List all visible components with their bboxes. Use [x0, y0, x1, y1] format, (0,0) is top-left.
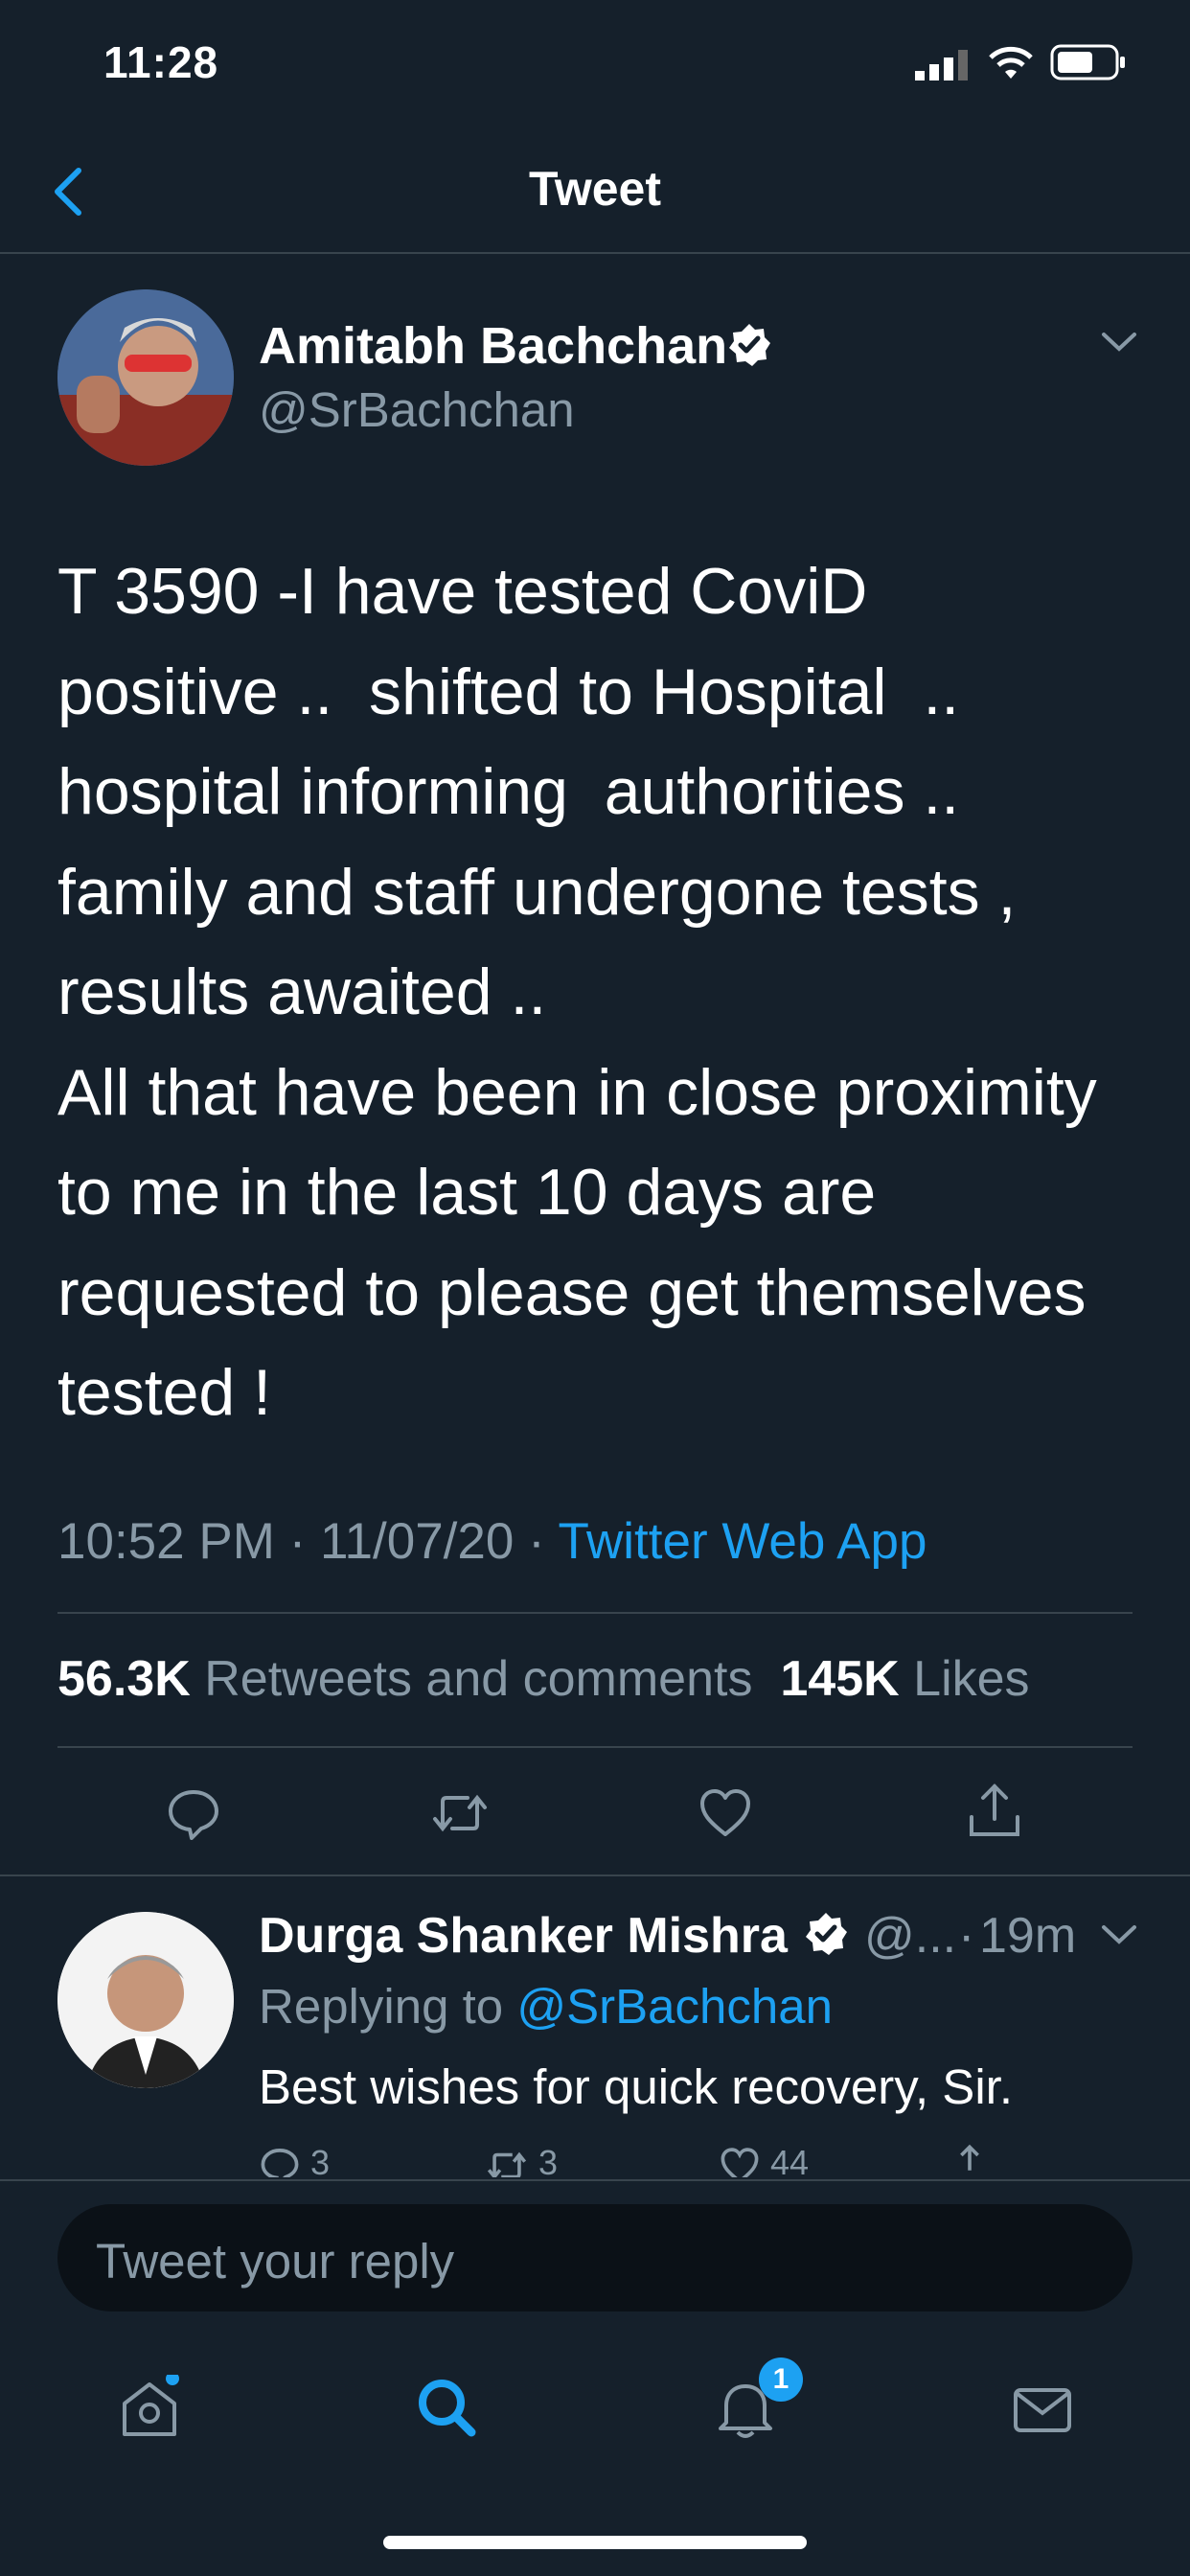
home-indicator	[383, 2536, 807, 2549]
tweet-source-link[interactable]: Twitter Web App	[559, 1513, 927, 1570]
reply-retweet-count: 3	[538, 2143, 559, 2177]
author-avatar[interactable]	[57, 289, 234, 466]
reply-icon[interactable]	[165, 1784, 222, 1842]
retweet-icon[interactable]	[429, 1784, 487, 1842]
tweet-stats: 56.3K Retweets and comments 145K Likes	[57, 1650, 1030, 1708]
notifications-badge: 1	[759, 2358, 803, 2402]
header-divider	[0, 252, 1190, 254]
tweet-date: 11/07/20	[319, 1513, 515, 1570]
stats-divider	[57, 1746, 1133, 1748]
retweets-label[interactable]: Retweets and comments	[204, 1651, 752, 1707]
reply-comment-icon[interactable]	[259, 2145, 301, 2177]
meta-separator-2: ·	[528, 1513, 545, 1570]
reply-meta-separator: ·	[958, 1908, 975, 1964]
reply-like-icon[interactable]	[719, 2145, 761, 2177]
author-handle[interactable]: @SrBachchan	[259, 381, 575, 438]
reply-text: Best wishes for quick recovery, Sir.	[259, 2059, 1013, 2114]
replying-to-label: Replying to	[259, 1979, 504, 2034]
verified-badge-icon	[726, 322, 772, 373]
tweet-meta: 10:52 PM · 11/07/20 · Twitter Web App	[57, 1512, 927, 1571]
signal-icon	[915, 50, 973, 85]
chevron-down-icon[interactable]	[1100, 330, 1138, 359]
tab-home[interactable]	[117, 2372, 182, 2445]
like-icon[interactable]	[697, 1784, 754, 1842]
reply-author-handle[interactable]: @...	[864, 1907, 956, 1965]
author-name[interactable]: Amitabh Bachchan	[259, 316, 727, 376]
replying-to-handle[interactable]: @SrBachchan	[516, 1979, 833, 2034]
reply-share-icon[interactable]	[949, 2143, 991, 2177]
retweets-count[interactable]: 56.3K	[57, 1651, 191, 1707]
actions-divider	[0, 1874, 1190, 1876]
reply-comment-count: 3	[310, 2143, 331, 2177]
tweet-time: 10:52 PM	[57, 1513, 275, 1570]
status-time: 11:28	[103, 37, 219, 87]
meta-divider	[57, 1612, 1133, 1614]
tab-search[interactable]	[414, 2375, 479, 2445]
reply-time: 19m	[979, 1908, 1077, 1964]
reply-input-placeholder: Tweet your reply	[96, 2234, 455, 2288]
reply-chevron-down-icon[interactable]	[1100, 1922, 1138, 1952]
meta-separator: ·	[288, 1513, 307, 1570]
tweet-text: T 3590 -I have tested CoviD positive .. …	[57, 555, 1097, 1429]
battery-icon	[1050, 44, 1127, 85]
composer-divider	[0, 2179, 1190, 2181]
reply-author-avatar[interactable]	[57, 1912, 234, 2088]
share-icon[interactable]	[966, 1781, 1023, 1838]
reply-verified-badge-icon	[803, 1911, 849, 1962]
wifi-icon	[987, 44, 1035, 85]
replying-to-line: Replying to @SrBachchan	[259, 1978, 833, 2035]
likes-label[interactable]: Likes	[913, 1651, 1029, 1707]
reply-retweet-icon[interactable]	[485, 2145, 529, 2177]
reply-like-count: 44	[770, 2143, 810, 2177]
reply-actions: 3 3 44	[259, 2141, 1025, 2177]
page-title: Tweet	[529, 162, 661, 216]
tab-messages[interactable]	[1010, 2377, 1075, 2447]
reply-author-name[interactable]: Durga Shanker Mishra	[259, 1907, 788, 1965]
likes-count[interactable]: 145K	[780, 1651, 899, 1707]
